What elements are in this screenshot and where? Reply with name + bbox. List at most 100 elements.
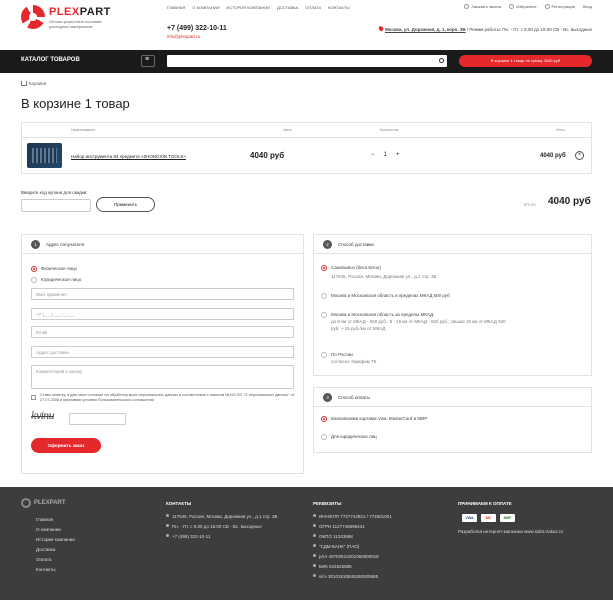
req-account: р/сч 40702810201060000018 [319, 554, 379, 559]
top-nav: Главная О компании История компании Дост… [167, 5, 350, 10]
footer-nav-contacts[interactable]: Контакты [36, 567, 75, 572]
radio-legal-entities[interactable] [321, 434, 327, 440]
bullet-icon [313, 544, 316, 547]
footer-nav-about[interactable]: О компании [36, 527, 75, 532]
mastercard-icon: MC [481, 514, 496, 522]
radio-russia[interactable] [321, 352, 327, 358]
nav-delivery[interactable]: Доставка [277, 5, 298, 10]
total-value: 4040 руб [548, 196, 591, 207]
footer-contact-phone[interactable]: +7 (499) 322-10-11 [166, 534, 277, 539]
bullet-icon [313, 534, 316, 537]
nav-home[interactable]: Главная [167, 5, 185, 10]
bullet-icon [166, 524, 169, 527]
delivery-title: Способ доставки [338, 242, 374, 247]
header-phone[interactable]: +7 (499) 322-10-11 [167, 25, 227, 32]
footer-req-head: Реквизиты [313, 501, 342, 506]
pickup-label: Самовывоз (бесплатно) [331, 265, 381, 270]
coupon-input[interactable] [21, 199, 91, 212]
comment-field[interactable]: Комментарий к заказу [31, 365, 294, 389]
bullet-icon [313, 554, 316, 557]
pickup-sub: 117545, Россия, Москва, Дорожная ул., д.… [331, 274, 437, 279]
bullet-icon [166, 534, 169, 537]
qty-plus-button[interactable]: + [396, 152, 400, 158]
nav-contacts[interactable]: Контакты [328, 5, 350, 10]
qty-value[interactable]: 1 [384, 152, 387, 158]
payment-panel: 3 Способ оплаты Банковскими картами Visa… [313, 387, 592, 453]
radio-individual[interactable] [31, 266, 37, 272]
developer-link[interactable]: Разработка интернет-магазина www.sidra-z… [458, 529, 563, 534]
register-link[interactable]: Регистрация [544, 4, 575, 10]
cart-button[interactable]: В корзине 1 товар на сумму 4040 руб [459, 55, 592, 67]
req-item: ИНН/КПП 7727744921 / 772601001 [313, 514, 392, 519]
footer-nav: Главная О компании История компании Дост… [36, 517, 75, 577]
option-legal-entities: Для юридических лиц [331, 434, 377, 439]
agree-checkbox[interactable] [31, 395, 36, 400]
product-name[interactable]: Набор инструмента 94 предмета «ZHONGXIN … [71, 154, 186, 159]
footer-pay-head: Принимаем к оплате [458, 501, 512, 506]
option-moscow-mkad: Москва и Московская область в пределах М… [331, 293, 450, 298]
nav-about[interactable]: О компании [192, 5, 219, 10]
logo-subtitle: Оптово-розничные поставки расходных мате… [49, 18, 102, 29]
home-icon[interactable] [21, 81, 27, 86]
header-email[interactable]: info@plexpart.ru [167, 34, 200, 39]
phone-field[interactable]: +7 (___) ___-__-__ [31, 308, 294, 320]
favorites-link[interactable]: Избранное [509, 4, 537, 10]
total-label: Итого [524, 202, 536, 207]
callback-link[interactable]: Заказать звонок [464, 4, 501, 10]
apply-coupon-button[interactable]: Применить [96, 197, 155, 212]
radio-outside-mkad[interactable] [321, 312, 327, 318]
step-number: 1 [31, 240, 40, 249]
logo-name-a: PLEX [49, 5, 80, 18]
option-card: Банковскими картами Visa, MasterCard и М… [331, 416, 428, 421]
coupon-label: Введите код купона для скидки: [21, 190, 88, 195]
header: PLEXPART Оптово-розничные поставки расхо… [21, 0, 592, 50]
catalog-title[interactable]: Каталог товаров [21, 57, 80, 63]
footer-nav-home[interactable]: Главная [36, 517, 75, 522]
footer-contact-hours: Пн. - Пт. с 9.00 до 18.00 СБ - Вс. выход… [166, 524, 277, 529]
footer-nav-delivery[interactable]: Доставка [36, 547, 75, 552]
logo[interactable]: PLEXPART Оптово-розничные поставки расхо… [21, 5, 119, 29]
address-link[interactable]: Москва, ул. Дорожная, д. 1, корп. 3Б [385, 27, 466, 32]
col-qty: Количество [380, 128, 399, 132]
footer-nav-payment[interactable]: Оплата [36, 557, 75, 562]
place-order-button[interactable]: Оформить заказ [31, 438, 101, 453]
register-label: Регистрация [551, 4, 575, 9]
product-price: 4040 руб [250, 151, 285, 160]
radio-pickup[interactable] [321, 265, 327, 271]
search-input[interactable] [167, 55, 447, 67]
footer-logo[interactable]: PLEXPART [21, 498, 66, 508]
footer-nav-history[interactable]: История компании [36, 537, 75, 542]
captcha-input[interactable] [69, 413, 126, 425]
qty-minus-button[interactable]: − [371, 152, 375, 158]
name-field[interactable]: Имя, фамилия [31, 288, 294, 300]
nav-payment[interactable]: Оплата [305, 5, 321, 10]
bullet-icon [313, 564, 316, 567]
catalog-menu-button[interactable] [141, 55, 155, 67]
req-item: "СДМ-БАНК" (ПАО) [313, 544, 392, 549]
req-item: БИК 044525685 [313, 564, 392, 569]
col-total: Итого [556, 128, 566, 132]
email-field[interactable]: Email [31, 326, 294, 338]
search-icon[interactable] [439, 58, 444, 63]
bullet-icon [313, 574, 316, 577]
user-icon [544, 4, 550, 10]
req-item: к/сч 30101810845250000685 [313, 574, 392, 579]
radio-card[interactable] [321, 416, 327, 422]
remove-item-button[interactable]: × [575, 151, 584, 160]
work-hours: / Режим работы: Пн. - Пт. с 9.00 до 18.0… [465, 27, 592, 32]
address-field[interactable]: Адрес доставки [31, 346, 294, 358]
col-name: Наименование [71, 128, 96, 132]
header-address: Москва, ул. Дорожная, д. 1, корп. 3Б / Р… [377, 25, 592, 32]
radio-moscow-mkad[interactable] [321, 293, 327, 299]
breadcrumb: Корзина [21, 81, 592, 86]
delivery-panel: 2 Способ доставки Самовывоз (бесплатно) … [313, 234, 592, 376]
footer-requisites: Реквизиты ИНН/КПП 7727744921 / 772601001… [313, 501, 392, 584]
recipient-header: 1 Адрес получателя [22, 235, 303, 254]
product-thumbnail[interactable] [27, 143, 62, 168]
login-link[interactable]: Вход [583, 4, 592, 9]
option-pickup: Самовывоз (бесплатно) 117545, Россия, Мо… [331, 264, 581, 280]
req-bank: "СДМ-БАНК" (ПАО) [319, 544, 360, 549]
nav-history[interactable]: История компании [227, 5, 270, 10]
radio-legal[interactable] [31, 277, 37, 283]
footer-contact-address: 117545, Россия, Москва, Дорожная ул., д.… [166, 514, 277, 519]
